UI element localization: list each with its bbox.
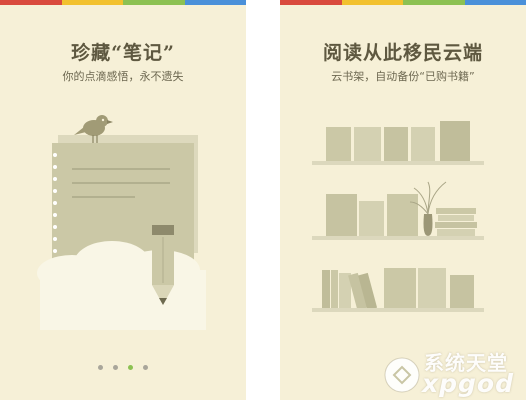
page-dot-3-active[interactable]: [128, 365, 133, 370]
page-title: 珍藏“笔记”: [71, 42, 175, 64]
notes-illustration: [37, 115, 206, 330]
onboarding-screen-cloud-bookshelf[interactable]: 阅读从此移民云端 云书架，自动备份“已购书籍” 系统天堂 xpgod: [280, 0, 526, 400]
color-segment-yellow: [341, 0, 403, 5]
page-dot-2[interactable]: [113, 365, 118, 370]
color-segment-green: [123, 0, 185, 5]
watermark-logo-icon: [384, 357, 420, 393]
book-stack-icon: [435, 208, 477, 236]
color-segment-yellow: [61, 0, 123, 5]
bookshelf-illustration: [312, 121, 484, 312]
page-subtitle: 云书架，自动备份“已购书籍”: [331, 70, 475, 83]
color-segment-blue: [464, 0, 526, 5]
watermark: 系统天堂 xpgod: [376, 345, 526, 400]
top-color-bar: [0, 0, 246, 5]
page-title: 阅读从此移民云端: [322, 42, 483, 64]
page-dot-1[interactable]: [98, 365, 103, 370]
color-segment-red: [0, 0, 62, 5]
color-segment-blue: [184, 0, 246, 5]
page-subtitle: 你的点滴感悟，永不遗失: [62, 70, 184, 83]
top-color-bar: [280, 0, 526, 5]
color-segment-red: [280, 0, 342, 5]
onboarding-screen-notes[interactable]: 珍藏“笔记” 你的点滴感悟，永不遗失: [0, 0, 246, 400]
page-indicator[interactable]: [0, 365, 246, 370]
page-dot-4[interactable]: [143, 365, 148, 370]
watermark-text-en: xpgod: [422, 369, 514, 398]
bookshelf-icon: [312, 268, 484, 312]
color-segment-green: [403, 0, 465, 5]
spiral-holes: [53, 153, 57, 253]
bookshelf-icon: [312, 181, 484, 240]
bookshelf-icon: [312, 121, 484, 165]
